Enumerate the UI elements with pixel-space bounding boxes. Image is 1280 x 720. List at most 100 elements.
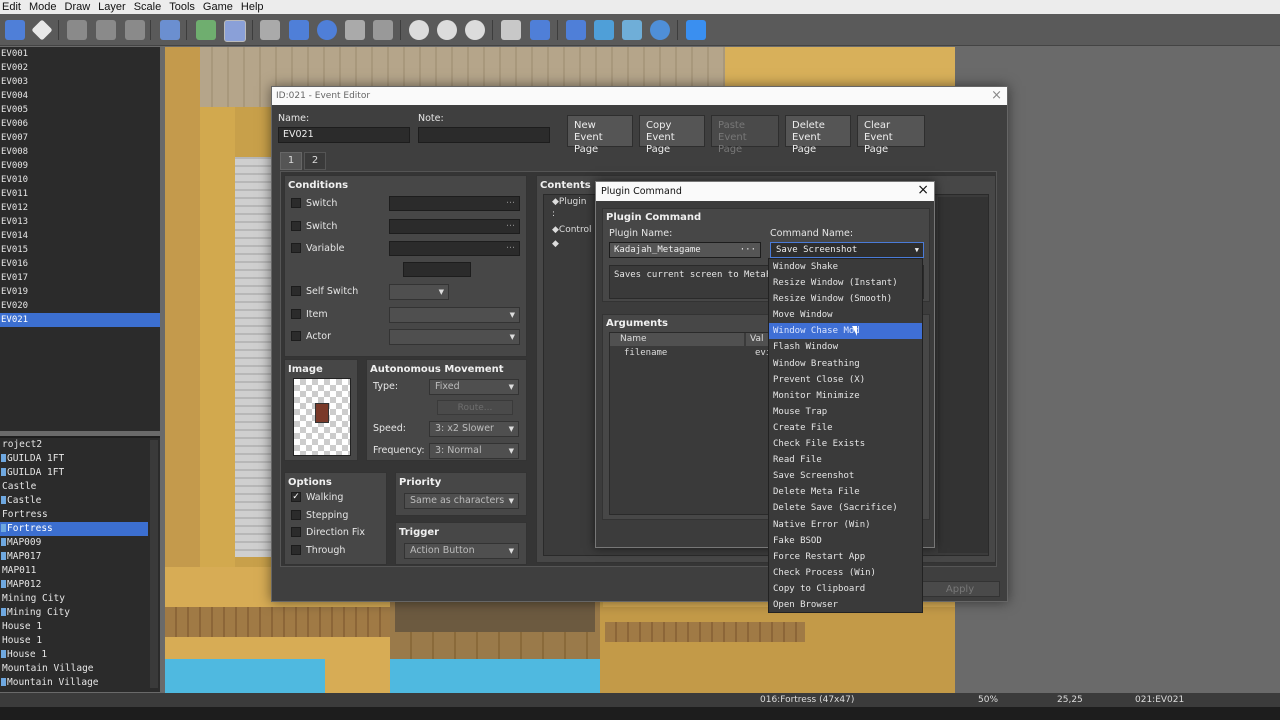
undo-icon[interactable] xyxy=(160,20,180,40)
new-project-icon[interactable] xyxy=(5,20,25,40)
actor-checkbox[interactable] xyxy=(291,331,301,341)
menu-mode[interactable]: Mode xyxy=(27,1,63,13)
event-list-item[interactable]: EV008 xyxy=(0,145,160,159)
event-list-item[interactable]: EV001 xyxy=(0,47,160,61)
note-field[interactable] xyxy=(418,127,550,143)
copy-event-page-button[interactable]: Copy Event Page xyxy=(639,115,705,155)
dropdown-option[interactable]: Create File xyxy=(769,420,922,436)
event-list-item[interactable]: EV004 xyxy=(0,89,160,103)
map-list-scrollbar[interactable] xyxy=(150,440,158,688)
switch1-checkbox[interactable] xyxy=(291,198,301,208)
clear-event-page-button[interactable]: Clear Event Page xyxy=(857,115,925,155)
menu-tools[interactable]: Tools xyxy=(167,1,201,13)
map-list-item[interactable]: House 1 xyxy=(0,634,160,648)
map-list-item[interactable]: Mountain Village xyxy=(0,676,160,690)
event-list-item[interactable]: EV019 xyxy=(0,285,160,299)
map-list-item[interactable]: Castle xyxy=(0,494,160,508)
dropdown-option[interactable]: Copy to Clipboard xyxy=(769,581,922,597)
apply-button[interactable]: Apply xyxy=(920,581,1000,597)
dropdown-option[interactable]: Native Error (Win) xyxy=(769,517,922,533)
map-list-item[interactable]: Fortress xyxy=(0,522,148,536)
ellipse-icon[interactable] xyxy=(317,20,337,40)
event-searcher-icon[interactable] xyxy=(594,20,614,40)
event-list-item[interactable]: EV012 xyxy=(0,201,160,215)
menu-draw[interactable]: Draw xyxy=(63,1,97,13)
shadow-pen-icon[interactable] xyxy=(373,20,393,40)
event-list-item[interactable]: EV002 xyxy=(0,61,160,75)
event-list[interactable]: EV001 EV002 EV003 EV004 EV005 EV006 EV007 EV008… xyxy=(0,47,160,431)
plugin-name-field[interactable]: Kadajah_Metagame ··· xyxy=(609,242,761,258)
map-list-item[interactable]: GUILDA 1FT xyxy=(0,452,160,466)
event-list-item[interactable]: EV021 xyxy=(0,313,160,327)
plugin-close-icon[interactable]: × xyxy=(917,182,929,198)
zoom-actual-icon[interactable] xyxy=(465,20,485,40)
event-list-item[interactable]: EV009 xyxy=(0,159,160,173)
walking-checkbox[interactable]: ✓ xyxy=(291,492,301,502)
type-select[interactable]: Fixed ▼ xyxy=(429,379,519,395)
command-name-dropdown[interactable]: Window Shake Resize Window (Instant) Resiz… xyxy=(768,258,923,613)
menu-layer[interactable]: Layer xyxy=(96,1,132,13)
col-header-name[interactable]: Name xyxy=(610,333,744,346)
dropdown-option[interactable]: Fake BSOD xyxy=(769,533,922,549)
zoom-out-icon[interactable] xyxy=(437,20,457,40)
dropdown-option[interactable]: Save Screenshot xyxy=(769,468,922,484)
event-list-item[interactable]: EV007 xyxy=(0,131,160,145)
dropdown-option[interactable]: Delete Save (Sacrifice) xyxy=(769,500,922,516)
event-list-item[interactable]: EV010 xyxy=(0,173,160,187)
playtest-icon[interactable] xyxy=(686,20,706,40)
resource-manager-icon[interactable] xyxy=(622,20,642,40)
event-list-item[interactable]: EV006 xyxy=(0,117,160,131)
eraser-icon[interactable] xyxy=(31,19,53,41)
dropdown-option[interactable]: Check File Exists xyxy=(769,436,922,452)
route-button[interactable]: Route... xyxy=(437,400,513,415)
dropdown-option[interactable]: Check Process (Win) xyxy=(769,565,922,581)
tab-page-2[interactable]: 2 xyxy=(304,152,326,170)
character-generator-icon[interactable] xyxy=(650,20,670,40)
direction-fix-checkbox[interactable] xyxy=(291,527,301,537)
map-list-item[interactable]: MAP011 xyxy=(0,564,160,578)
editor-close-icon[interactable]: × xyxy=(991,88,1002,103)
menu-help[interactable]: Help xyxy=(239,1,270,13)
menu-scale[interactable]: Scale xyxy=(132,1,168,13)
map-list-item[interactable]: Fortress xyxy=(0,508,160,522)
priority-select[interactable]: Same as characters ▼ xyxy=(404,493,519,509)
event-list-item[interactable]: EV005 xyxy=(0,103,160,117)
trigger-select[interactable]: Action Button ▼ xyxy=(404,543,519,559)
content-line[interactable]: ◆Plugin xyxy=(552,197,586,207)
map-list-item[interactable]: MAP017 xyxy=(0,550,160,564)
database-icon[interactable] xyxy=(501,20,521,40)
dropdown-option[interactable]: Window Shake xyxy=(769,259,922,275)
map-list-item[interactable]: Mountain Village xyxy=(0,662,160,676)
variable-select[interactable]: ··· xyxy=(389,241,520,256)
event-image[interactable] xyxy=(293,378,351,456)
event-list-item[interactable]: EV016 xyxy=(0,257,160,271)
map-list-item[interactable]: Mining City xyxy=(0,592,160,606)
dropdown-option[interactable]: Delete Meta File xyxy=(769,484,922,500)
speed-select[interactable]: 3: x2 Slower ▼ xyxy=(429,421,519,437)
plugin-manager-icon[interactable] xyxy=(530,20,550,40)
map-list-item[interactable]: House 1 xyxy=(0,648,160,662)
variable-checkbox[interactable] xyxy=(291,243,301,253)
self-switch-select[interactable]: ▼ xyxy=(389,284,449,300)
dropdown-option[interactable]: Move Window xyxy=(769,307,922,323)
command-name-select[interactable]: Save Screenshot ▼ xyxy=(770,242,924,258)
sound-test-icon[interactable] xyxy=(566,20,586,40)
dropdown-option[interactable]: Flash Window xyxy=(769,339,922,355)
map-list-item[interactable]: MAP012 xyxy=(0,578,160,592)
cut-icon[interactable] xyxy=(67,20,87,40)
frequency-select[interactable]: 3: Normal ▼ xyxy=(429,443,519,459)
event-list-item[interactable]: EV020 xyxy=(0,299,160,313)
dropdown-option[interactable]: Window Chase Mod xyxy=(769,323,922,340)
map-list-item[interactable]: MAP009 xyxy=(0,536,160,550)
switch2-checkbox[interactable] xyxy=(291,221,301,231)
item-select[interactable]: ▼ xyxy=(389,307,520,323)
event-mode-icon[interactable] xyxy=(224,20,246,42)
item-checkbox[interactable] xyxy=(291,309,301,319)
content-line[interactable]: ◆ xyxy=(552,239,559,249)
tab-page-1[interactable]: 1 xyxy=(280,152,302,170)
name-field[interactable]: EV021 xyxy=(278,127,410,143)
fill-icon[interactable] xyxy=(345,20,365,40)
dropdown-option[interactable]: Resize Window (Smooth) xyxy=(769,291,922,307)
arg-name-cell[interactable]: filename xyxy=(624,348,667,358)
through-checkbox[interactable] xyxy=(291,545,301,555)
